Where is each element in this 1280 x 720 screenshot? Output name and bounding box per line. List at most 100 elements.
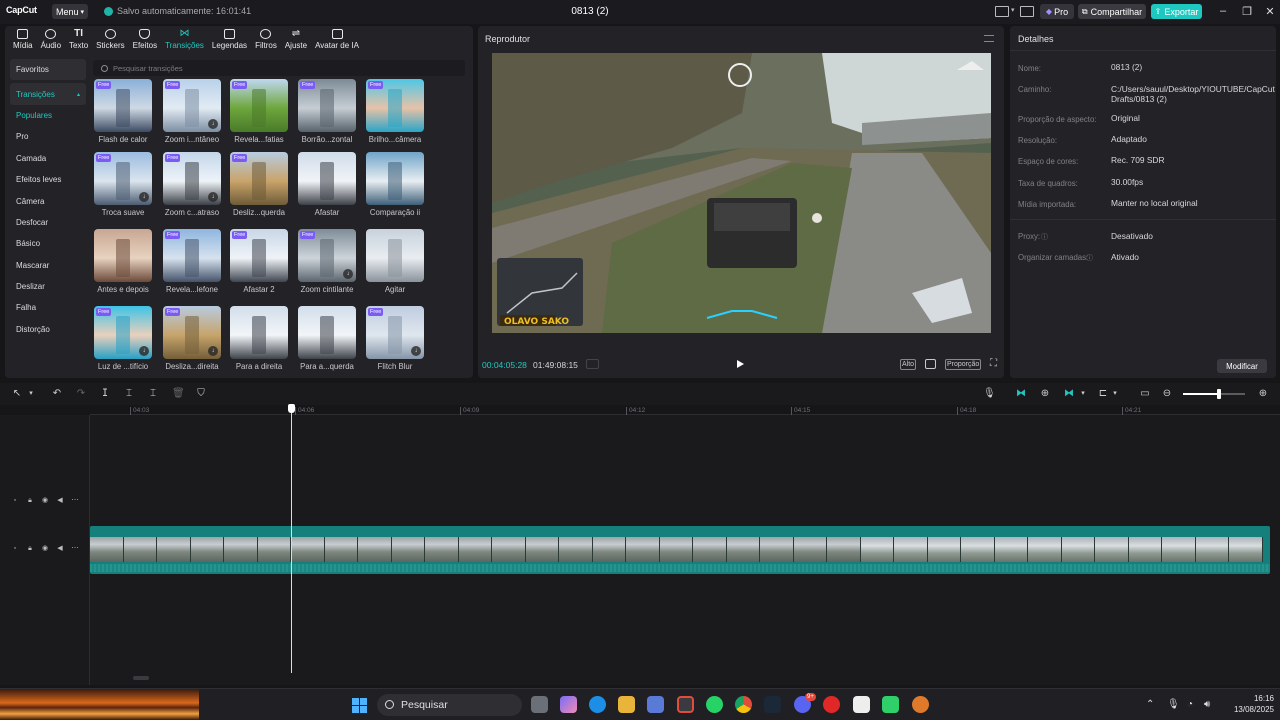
chevron-up-icon[interactable]: ⌃ xyxy=(1146,699,1154,710)
category-light-effects[interactable]: Efeitos leves xyxy=(10,169,86,190)
edge-icon[interactable] xyxy=(589,696,606,713)
export-button[interactable]: ⇪ Exportar xyxy=(1151,4,1202,19)
file-explorer-icon[interactable] xyxy=(618,696,635,713)
category-favorites[interactable]: Favoritos xyxy=(10,59,86,81)
copilot-icon[interactable] xyxy=(560,696,577,713)
transition-thumbnail[interactable]: Free ↓ xyxy=(366,306,424,359)
trim-left-icon[interactable]: ⌶ xyxy=(124,389,134,399)
ratio-button[interactable]: Proporção xyxy=(945,359,982,370)
maximize-icon[interactable]: ❐ xyxy=(1240,5,1254,18)
split-icon[interactable]: ⵊ xyxy=(100,389,110,399)
app-icon[interactable] xyxy=(912,696,929,713)
capcut-icon[interactable] xyxy=(853,696,870,713)
magnet-icon[interactable]: ⧓ xyxy=(1014,389,1028,399)
crop-icon[interactable] xyxy=(925,359,936,369)
lock-icon[interactable]: 🔒︎ xyxy=(26,545,34,553)
chevron-down-icon[interactable]: ▾ xyxy=(1078,389,1088,399)
transition-thumbnail[interactable] xyxy=(298,152,356,205)
more-icon[interactable]: ⋯ xyxy=(71,545,79,553)
download-icon[interactable]: ↓ xyxy=(139,346,149,356)
category-basic[interactable]: Básico xyxy=(10,233,86,254)
widgets-preview[interactable] xyxy=(0,689,199,720)
volume-icon[interactable]: 🔊︎ xyxy=(1204,699,1210,710)
category-layer[interactable]: Camada xyxy=(10,148,86,169)
transition-thumbnail[interactable] xyxy=(94,229,152,282)
youtube-icon[interactable] xyxy=(823,696,840,713)
download-icon[interactable]: ↓ xyxy=(343,269,353,279)
layout-icon[interactable] xyxy=(995,6,1009,17)
timeline-ruler[interactable]: 04:03 04:06 04:09 04:12 04:15 04:18 04:21 xyxy=(90,405,1280,415)
caption-icon[interactable]: ▭ xyxy=(1138,389,1152,399)
redo-icon[interactable]: ↷ xyxy=(76,389,86,399)
category-mask[interactable]: Mascarar xyxy=(10,255,86,276)
pro-badge[interactable]: ◆ Pro xyxy=(1040,4,1074,19)
delete-icon[interactable]: 🗑 xyxy=(172,389,185,399)
shortcuts-icon[interactable] xyxy=(1020,6,1034,17)
quality-button[interactable]: Alto xyxy=(900,359,917,370)
tab-effects[interactable]: Efeitos xyxy=(129,26,161,52)
system-clock[interactable]: 16:16 13/08/2025 xyxy=(1222,693,1274,715)
transition-thumbnail[interactable] xyxy=(366,152,424,205)
fullscreen-icon[interactable]: ⛶ xyxy=(990,358,997,369)
download-icon[interactable]: ↓ xyxy=(139,192,149,202)
zoom-slider-handle[interactable] xyxy=(1216,389,1221,399)
eye-icon[interactable]: ◉ xyxy=(41,497,49,505)
tab-ai-avatar[interactable]: Avatar de IA xyxy=(311,26,363,52)
transition-thumbnail[interactable] xyxy=(366,229,424,282)
wifi-icon[interactable]: ◔ xyxy=(1187,699,1193,710)
category-glitch[interactable]: Falha xyxy=(10,297,86,318)
transition-thumbnail[interactable]: Free ↓ xyxy=(94,306,152,359)
close-icon[interactable]: ✕ xyxy=(1263,5,1277,18)
timeline-view-icon[interactable] xyxy=(586,359,599,369)
tab-adjust[interactable]: ⇌ Ajuste xyxy=(281,26,311,52)
menu-icon[interactable] xyxy=(984,35,994,42)
tab-captions[interactable]: Legendas xyxy=(208,26,251,52)
more-icon[interactable]: ⋯ xyxy=(71,497,79,505)
transition-thumbnail[interactable]: Free xyxy=(163,229,221,282)
transition-thumbnail[interactable]: Free xyxy=(230,79,288,132)
android-studio-icon[interactable] xyxy=(882,696,899,713)
speaker-icon[interactable]: ◀︎ xyxy=(56,545,64,553)
playhead[interactable] xyxy=(291,405,292,673)
whatsapp-icon[interactable] xyxy=(706,696,723,713)
link-icon[interactable]: ⊕ xyxy=(1038,389,1052,399)
transition-thumbnail[interactable]: Free xyxy=(94,79,152,132)
transition-thumbnail[interactable]: Free ↓ xyxy=(298,229,356,282)
transition-thumbnail[interactable]: Free xyxy=(230,152,288,205)
download-icon[interactable]: ↓ xyxy=(208,192,218,202)
transition-thumbnail[interactable] xyxy=(230,306,288,359)
trim-right-icon[interactable]: ⌶ xyxy=(148,389,158,399)
transition-thumbnail[interactable]: Free xyxy=(366,79,424,132)
menu-button[interactable]: Menu ▾ xyxy=(52,4,88,19)
speaker-icon[interactable]: ◀︎ xyxy=(56,497,64,505)
transition-thumbnail[interactable]: Free xyxy=(298,79,356,132)
transition-thumbnail[interactable] xyxy=(298,306,356,359)
info-icon[interactable]: ⓘ xyxy=(1086,253,1093,263)
track-cover-icon[interactable]: ▫ xyxy=(11,497,19,505)
track-cover-icon[interactable]: ▫ xyxy=(11,545,19,553)
tab-audio[interactable]: Áudio xyxy=(37,26,65,52)
download-icon[interactable]: ↓ xyxy=(208,119,218,129)
microphone-icon[interactable]: 🎙︎ xyxy=(1167,699,1180,710)
microphone-icon[interactable]: 🎙 xyxy=(983,389,996,399)
chrome-icon[interactable] xyxy=(677,696,694,713)
transition-thumbnail[interactable]: Free ↓ xyxy=(163,79,221,132)
category-camera[interactable]: Câmera xyxy=(10,190,86,211)
chevron-down-icon[interactable]: ▾ xyxy=(1011,6,1015,14)
info-icon[interactable]: ⓘ xyxy=(1041,232,1048,242)
category-blur[interactable]: Desfocar xyxy=(10,212,86,233)
chrome-icon[interactable] xyxy=(735,696,752,713)
zoom-slider[interactable] xyxy=(1183,389,1245,399)
transition-thumbnail[interactable]: Free xyxy=(230,229,288,282)
zoom-in-icon[interactable]: ⊕ xyxy=(1258,389,1268,399)
search-input[interactable]: Pesquisar transições xyxy=(93,60,465,76)
play-button[interactable] xyxy=(737,360,744,368)
windows-start-icon[interactable] xyxy=(352,698,367,713)
category-slide[interactable]: Deslizar xyxy=(10,276,86,297)
video-clip[interactable] xyxy=(90,526,1270,574)
tab-transitions[interactable]: ⋈ Transições xyxy=(161,26,208,52)
playhead-handle[interactable] xyxy=(288,404,295,413)
tab-text[interactable]: TI Texto xyxy=(65,26,92,52)
cursor-icon[interactable]: ↖ xyxy=(12,389,22,399)
preview-axis-icon[interactable]: ⊏ xyxy=(1096,389,1110,399)
